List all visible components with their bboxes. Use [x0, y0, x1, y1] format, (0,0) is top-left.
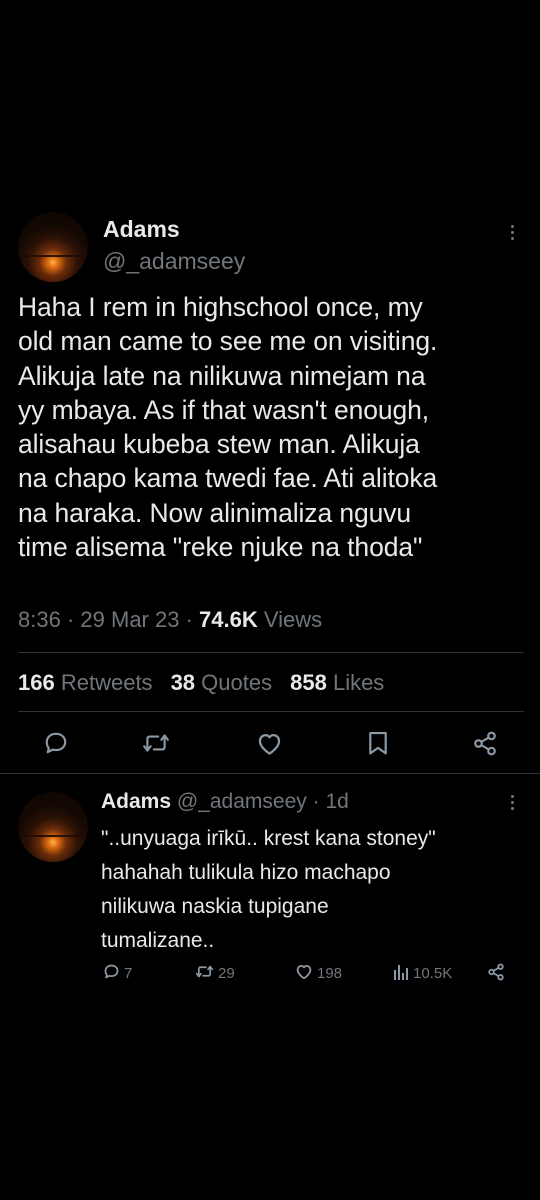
heart-icon	[295, 963, 313, 984]
reply-retweets-count: 29	[218, 965, 235, 982]
reply-text: "..unyuaga irīkū.. krest kana stoney" ha…	[101, 827, 436, 952]
bookmark-icon[interactable]	[367, 730, 389, 757]
views-count: 74.6K	[199, 607, 258, 632]
reply-views-count: 10.5K	[413, 965, 453, 982]
retweets-count: 166	[18, 670, 55, 695]
section-divider	[0, 773, 540, 774]
meta-separator: ·	[312, 790, 326, 813]
reply-like-action[interactable]: 198	[295, 963, 342, 984]
reply-avatar[interactable]	[18, 792, 88, 862]
quotes-count: 38	[170, 670, 196, 695]
reply-icon	[103, 963, 120, 984]
engagement-stats: 166 Retweets 38 Quotes 858 Likes	[18, 670, 384, 696]
quotes-label: Quotes	[201, 670, 273, 695]
likes-stat[interactable]: 858 Likes	[290, 670, 384, 695]
reply-age[interactable]: 1d	[325, 790, 348, 813]
author-name[interactable]: Adams	[103, 216, 180, 243]
reply-author-name[interactable]: Adams	[101, 790, 171, 813]
retweet-icon	[195, 963, 214, 984]
author-handle[interactable]: @_adamseey	[103, 248, 245, 275]
tweet-time[interactable]: 8:36	[18, 607, 61, 632]
retweet-icon[interactable]	[142, 730, 170, 756]
retweets-label: Retweets	[60, 670, 153, 695]
views-label: Views	[263, 607, 323, 632]
reply-reply-action[interactable]: 7	[103, 963, 132, 984]
heart-icon[interactable]	[256, 731, 283, 756]
quotes-stat[interactable]: 38 Quotes	[171, 670, 273, 695]
more-vertical-icon[interactable]	[506, 222, 520, 244]
meta-separator: ·	[66, 607, 81, 632]
likes-label: Likes	[332, 670, 385, 695]
reply-views-action[interactable]: 10.5K	[393, 963, 452, 984]
divider	[18, 652, 524, 653]
more-vertical-icon[interactable]	[506, 792, 520, 814]
reply-replies-count: 7	[124, 965, 133, 982]
reply-share-action[interactable]	[487, 963, 505, 985]
divider	[18, 711, 524, 712]
reply-header: Adams @_adamseey · 1d	[101, 790, 349, 814]
reply-retweet-action[interactable]: 29	[195, 963, 235, 984]
tweet-meta: 8:36 · 29 Mar 23 · 74.6K Views	[18, 607, 322, 633]
share-icon[interactable]	[472, 730, 498, 757]
share-icon	[487, 963, 505, 985]
retweets-stat[interactable]: 166 Retweets	[18, 670, 153, 695]
likes-count: 858	[290, 670, 327, 695]
reply-author-handle[interactable]: @_adamseey	[177, 790, 307, 813]
reply-icon[interactable]	[43, 730, 69, 756]
meta-separator: ·	[185, 607, 200, 632]
tweet-text: Haha I rem in highschool once, my old ma…	[18, 292, 438, 563]
reply-likes-count: 198	[317, 965, 343, 982]
views-bar-icon	[393, 963, 409, 984]
avatar[interactable]	[18, 212, 88, 282]
tweet-date[interactable]: 29 Mar 23	[80, 607, 179, 632]
